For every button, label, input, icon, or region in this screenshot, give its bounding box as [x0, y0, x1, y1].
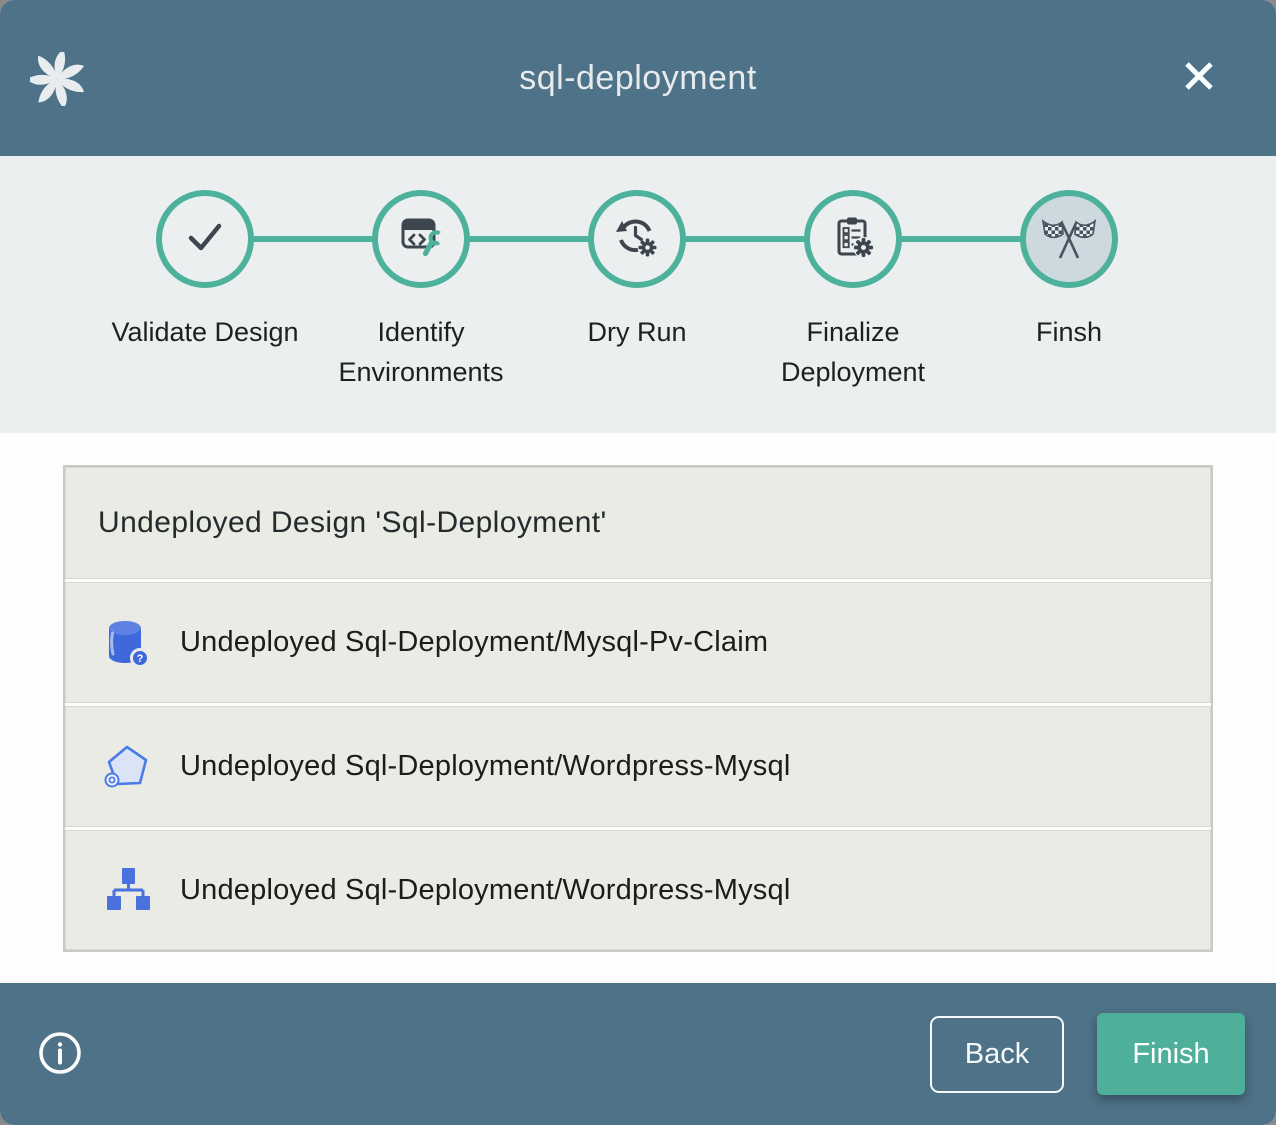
close-icon: [1179, 56, 1219, 99]
summary-header-text: Undeployed Design 'Sql-Deployment': [98, 506, 607, 540]
finish-button[interactable]: Finish: [1097, 1013, 1245, 1095]
summary-row-wordpress-mysql-2: Undeployed Sql-Deployment/Wordpress-Mysq…: [65, 830, 1211, 950]
step-circle-finalize-deployment: [804, 190, 902, 288]
deployment-summary-panel: Undeployed Design 'Sql-Deployment' ? Und…: [63, 465, 1213, 952]
summary-row-mysql-pv-claim: ? Undeployed Sql-Deployment/Mysql-Pv-Cla…: [65, 582, 1211, 703]
dialog-content: Undeployed Design 'Sql-Deployment' ? Und…: [0, 433, 1276, 983]
step-label: Validate Design: [111, 312, 298, 352]
info-icon: [37, 1030, 83, 1079]
step-identify-environments: Identify Environments: [313, 156, 529, 392]
back-button[interactable]: Back: [930, 1016, 1064, 1093]
check-icon: [182, 214, 228, 265]
step-label: Finalize Deployment: [746, 312, 960, 392]
step-circle-dry-run: [588, 190, 686, 288]
step-circle-finish: [1020, 190, 1118, 288]
info-button[interactable]: [36, 1030, 84, 1078]
step-label: Identify Environments: [314, 312, 528, 392]
dialog-footer: Back Finish: [0, 983, 1276, 1125]
pentagon-component-icon: [102, 740, 154, 794]
database-icon: ?: [102, 616, 154, 670]
step-label: Dry Run: [587, 312, 686, 352]
step-circle-validate-design: [156, 190, 254, 288]
dialog-title: sql-deployment: [0, 59, 1276, 98]
checkered-flags-icon: [1041, 213, 1097, 266]
step-label: Finsh: [1036, 312, 1102, 352]
dry-run-clock-gear-icon: [614, 214, 660, 265]
step-finalize-deployment: Finalize Deployment: [745, 156, 961, 392]
deployment-wizard-dialog: sql-deployment Vali: [0, 0, 1276, 1125]
clipboard-gear-icon: [830, 214, 876, 265]
step-circle-identify-environments: [372, 190, 470, 288]
hierarchy-component-icon: [102, 863, 154, 917]
wizard-stepper: Validate Design Ident: [0, 156, 1276, 433]
summary-row-text: Undeployed Sql-Deployment/Wordpress-Mysq…: [180, 750, 790, 783]
svg-text:?: ?: [137, 653, 144, 665]
close-button[interactable]: [1178, 56, 1220, 98]
step-finish: Finsh: [961, 156, 1177, 392]
summary-row-text: Undeployed Sql-Deployment/Mysql-Pv-Claim: [180, 626, 768, 659]
summary-row-wordpress-mysql-1: Undeployed Sql-Deployment/Wordpress-Mysq…: [65, 706, 1211, 827]
summary-header-row: Undeployed Design 'Sql-Deployment': [65, 467, 1211, 579]
layer5-spiral-logo-icon: [30, 52, 84, 106]
summary-row-text: Undeployed Sql-Deployment/Wordpress-Mysq…: [180, 874, 790, 907]
step-validate-design: Validate Design: [97, 156, 313, 392]
dialog-header: sql-deployment: [0, 0, 1276, 156]
step-dry-run: Dry Run: [529, 156, 745, 392]
code-window-wrench-icon: [398, 214, 444, 265]
